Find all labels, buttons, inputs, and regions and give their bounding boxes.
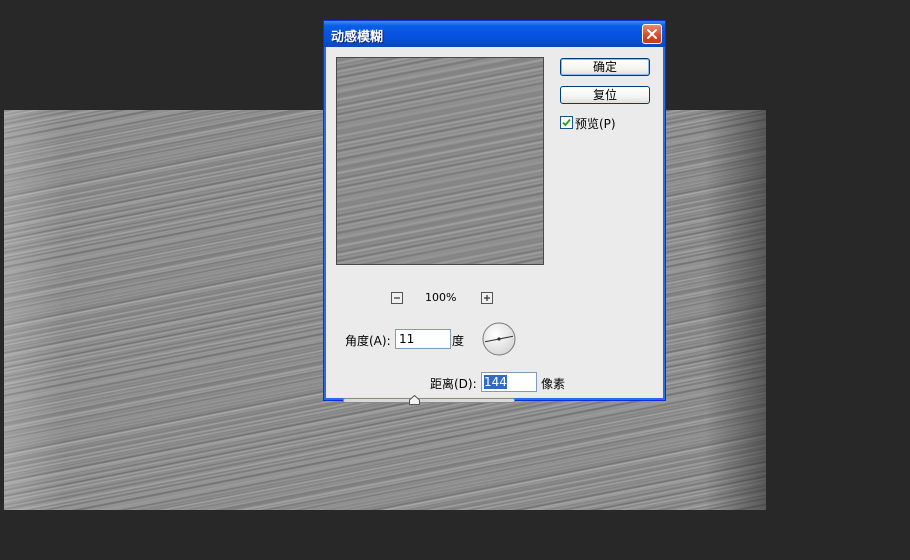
slider-track (343, 398, 515, 403)
slider-thumb-icon[interactable] (408, 395, 420, 405)
distance-label: 距离(D): (430, 377, 477, 391)
preview-checkbox[interactable] (560, 116, 573, 129)
zoom-level: 100% (425, 291, 457, 304)
distance-unit: 像素 (541, 377, 566, 391)
reset-button[interactable]: 复位 (560, 86, 650, 104)
plus-icon (484, 295, 490, 301)
distance-slider[interactable] (343, 395, 515, 408)
motion-blur-dialog: 动感模糊 100% 确定 复位 预览(P) 角度(A): 11 度 距离(D):… (323, 20, 666, 405)
minus-icon (394, 297, 400, 299)
zoom-out-button[interactable] (391, 292, 403, 304)
close-icon (647, 29, 657, 39)
angle-label: 角度(A): (345, 334, 391, 348)
dialog-body: 100% 确定 复位 预览(P) 角度(A): 11 度 距离(D): 144 … (327, 47, 662, 405)
preview-label: 预览(P) (575, 117, 616, 131)
dialog-titlebar[interactable]: 动感模糊 (324, 21, 665, 47)
zoom-in-button[interactable] (481, 292, 493, 304)
distance-input[interactable]: 144 (481, 372, 537, 392)
angle-unit: 度 (452, 334, 465, 348)
check-icon (562, 118, 571, 127)
close-button[interactable] (642, 24, 662, 44)
angle-input[interactable]: 11 (395, 329, 451, 349)
preview-pane[interactable] (336, 57, 544, 265)
ok-button[interactable]: 确定 (560, 58, 650, 76)
dialog-title: 动感模糊 (331, 30, 384, 45)
angle-dial-icon[interactable] (482, 322, 516, 356)
distance-value: 144 (484, 375, 507, 389)
zoom-controls: 100% (389, 291, 493, 306)
